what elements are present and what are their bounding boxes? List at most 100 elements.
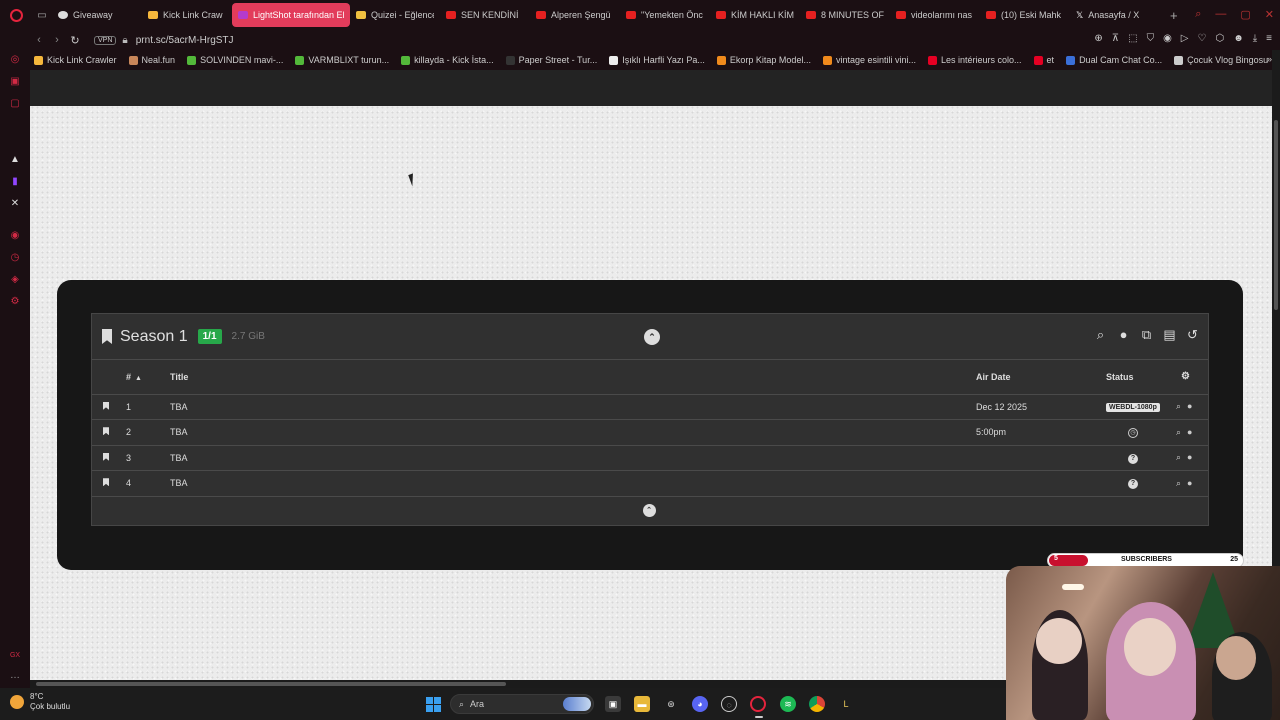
download-icon[interactable]: ⤓ [1253, 33, 1257, 44]
play-icon[interactable]: ▷ [1181, 33, 1189, 44]
kick-sidebar-icon[interactable]: ▲ [9, 154, 21, 166]
task-view-icon[interactable]: ▣ [605, 696, 621, 712]
zoom-icon[interactable]: ⊕ [1094, 33, 1102, 44]
twitch-icon[interactable]: ▮ [9, 176, 21, 188]
pinboard-icon[interactable]: ◈ [9, 274, 21, 286]
search-icon[interactable]: ⌕ [1176, 401, 1181, 412]
opera-gx-icon[interactable]: ◌ [721, 696, 737, 712]
episode-title[interactable]: TBA [168, 445, 976, 471]
opera-menu-button[interactable] [0, 0, 32, 30]
title-column-header[interactable]: Title [168, 360, 976, 395]
weather-widget[interactable]: 8°C Çok bulutlu [10, 692, 70, 712]
forward-button[interactable]: › [48, 34, 66, 46]
search-icon[interactable]: ⌕ [1176, 427, 1181, 438]
tab-6[interactable]: Alperen Şengü [530, 3, 620, 27]
heart-icon[interactable]: ♡ [1198, 33, 1207, 44]
user-icon[interactable]: ● [1187, 452, 1192, 462]
bookmark-item[interactable]: Les intérieurs colo... [928, 55, 1022, 65]
x-sidebar-icon[interactable]: ✕ [9, 198, 21, 210]
pin-icon[interactable]: ⊼ [1112, 33, 1119, 44]
file-explorer-icon[interactable]: ▬ [634, 696, 650, 712]
tab-12[interactable]: 𝕏 Anasayfa / X [1070, 3, 1160, 27]
shield-icon[interactable]: ⛉ [1147, 33, 1155, 44]
gear-icon[interactable]: ⚙ [1181, 371, 1190, 382]
bookmark-item[interactable]: Ekorp Kitap Model... [716, 55, 811, 65]
gx-icon[interactable]: GX [9, 650, 21, 662]
bookmark-item[interactable]: Işıklı Harfli Yazı Pa... [609, 55, 705, 65]
search-tabs-icon[interactable]: ⌕ [1195, 8, 1201, 21]
vpn-badge[interactable]: VPN [94, 35, 117, 45]
bookmark-item[interactable]: Kick Link Crawler [34, 55, 117, 65]
bookmark-item[interactable]: et [1033, 55, 1054, 65]
bookmark-item[interactable]: SOLVINDEN mavi-... [187, 55, 283, 65]
collapse-up-icon[interactable]: ⌃ [644, 329, 660, 345]
episode-bookmark-cell[interactable] [92, 445, 120, 471]
bookmark-icon[interactable] [103, 478, 109, 487]
url-field[interactable]: prnt.sc/5acrM-HrgSTJ [136, 35, 234, 46]
tab-2[interactable]: Kick Link Craw [142, 3, 232, 27]
number-column-header[interactable]: # ▲ [120, 360, 168, 395]
minimize-button[interactable]: — [1215, 8, 1226, 21]
user-icon[interactable]: ● [1187, 478, 1192, 488]
tab-11[interactable]: (10) Eski Mahk [980, 3, 1070, 27]
messenger-icon[interactable]: ▣ [9, 76, 21, 88]
tab-10[interactable]: videolarımı nas [890, 3, 980, 27]
easy-setup-icon[interactable]: ≡ [1266, 33, 1272, 44]
instagram-icon[interactable]: ▢ [9, 98, 21, 110]
tab-8[interactable]: KİM HAKLI KİM [710, 3, 800, 27]
bookmark-item[interactable]: VARMBLIXT turun... [295, 55, 389, 65]
bookmark-item[interactable]: Dual Cam Chat Co... [1066, 55, 1162, 65]
episode-bookmark-cell[interactable] [92, 470, 120, 497]
bookmark-icon[interactable] [102, 329, 112, 344]
maximize-button[interactable]: ▢ [1240, 8, 1250, 21]
tab-5[interactable]: SEN KENDİNİ [440, 3, 530, 27]
camera-icon[interactable]: ◉ [1163, 33, 1172, 44]
collapse-up-small-icon[interactable]: ⌃ [642, 503, 656, 517]
air-date-column-header[interactable]: Air Date [976, 360, 1100, 395]
profile-icon[interactable]: ☻ [1233, 33, 1244, 44]
episode-bookmark-cell[interactable] [92, 419, 120, 446]
workspaces-icon[interactable]: ▭ [32, 0, 52, 30]
episode-bookmark-cell[interactable] [92, 394, 120, 420]
hscroll-thumb[interactable] [36, 682, 506, 686]
search-icon[interactable]: ⌕ [1176, 478, 1181, 489]
bookmark-item[interactable]: Paper Street - Tur... [505, 55, 597, 65]
tab-7[interactable]: "Yemekten Önc [620, 3, 710, 27]
user-icon[interactable]: ● [1187, 427, 1192, 437]
spotify-icon[interactable]: ≋ [780, 696, 796, 712]
bookmark-item[interactable]: killayda - Kick İsta... [401, 55, 494, 65]
user-icon[interactable]: ● [1116, 327, 1131, 342]
back-button[interactable]: ‹ [30, 34, 48, 46]
bookmark-icon[interactable] [103, 452, 109, 461]
reload-button[interactable]: ↻ [66, 34, 84, 47]
tab-3[interactable]: LightShot tarafından Ekra [232, 3, 350, 27]
tab-4[interactable]: Quizei - Eğlence [350, 3, 440, 27]
close-button[interactable]: ✕ [1265, 8, 1274, 21]
more-icon[interactable]: … [9, 670, 21, 682]
scroll-thumb[interactable] [1274, 120, 1278, 310]
tab-1[interactable]: Giveaway [52, 3, 142, 27]
steam-icon[interactable]: ⊛ [663, 696, 679, 712]
bookmark-item[interactable]: vintage esintili vini... [822, 55, 916, 65]
opera-icon[interactable] [750, 696, 766, 712]
tab-9[interactable]: 8 MINUTES OF [800, 3, 890, 27]
status-column-header[interactable]: Status [1100, 360, 1164, 395]
bookmark-icon[interactable] [103, 401, 109, 410]
episode-title[interactable]: TBA [168, 470, 976, 497]
search-icon[interactable]: ⌕ [1093, 327, 1108, 342]
sitemap-icon[interactable]: ⧉ [1139, 327, 1154, 342]
history-icon[interactable]: ◷ [9, 252, 21, 264]
player-icon[interactable]: ◉ [9, 230, 21, 242]
extensions-icon[interactable]: ⬡ [1215, 33, 1224, 44]
user-icon[interactable]: ● [1187, 401, 1192, 411]
league-icon[interactable]: L [838, 696, 854, 712]
episode-title[interactable]: TBA [168, 394, 976, 420]
new-tab-button[interactable]: + [1160, 8, 1188, 23]
aria-icon[interactable]: ◎ [9, 54, 21, 66]
bookmark-icon[interactable] [103, 427, 109, 436]
search-icon[interactable]: ⌕ [1176, 452, 1181, 463]
episode-title[interactable]: TBA [168, 419, 976, 446]
settings-icon[interactable]: ⚙ [9, 296, 21, 308]
bookmark-item[interactable]: Çocuk Vlog Bingosu [1174, 55, 1268, 65]
discord-icon[interactable]: ◕ [692, 696, 708, 712]
